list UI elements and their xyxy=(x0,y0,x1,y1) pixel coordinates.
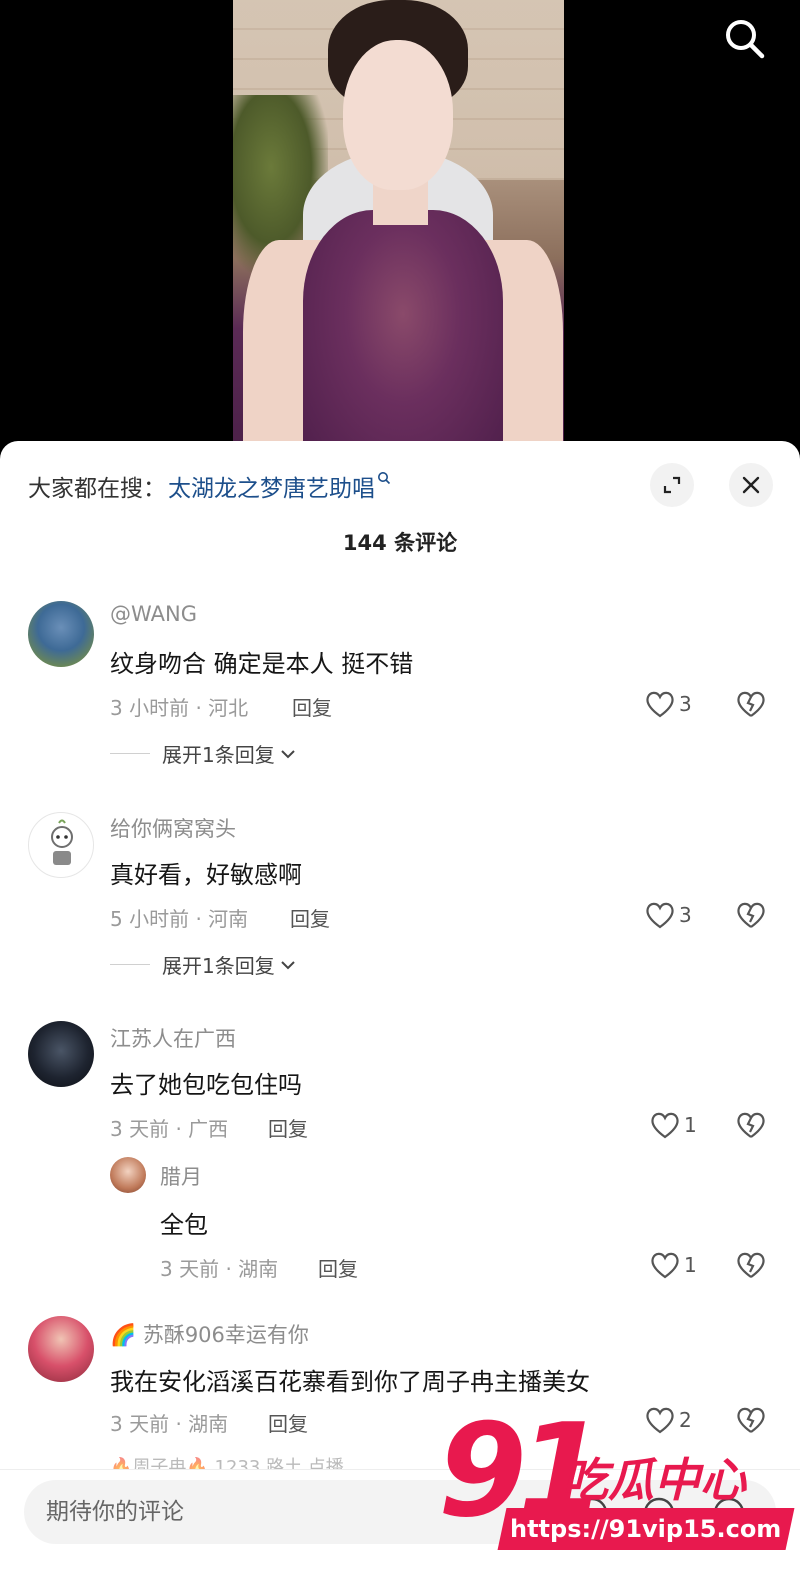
watermark-url: https://91vip15.com xyxy=(510,1515,782,1543)
avatar[interactable] xyxy=(28,1316,94,1382)
reply-meta: 3 天前 · 湖南 xyxy=(160,1257,279,1281)
video-person-dress xyxy=(303,210,503,470)
comment-text: 真好看，好敏感啊 xyxy=(110,861,302,889)
heart-icon xyxy=(646,902,674,929)
comment-count: 144 条评论 xyxy=(342,531,458,555)
watermark-title: 吃瓜中心 xyxy=(562,1453,746,1507)
comment-author[interactable]: 给你俩窝窝头 xyxy=(110,813,236,843)
comment-author[interactable]: @WANG xyxy=(110,602,197,626)
avatar[interactable] xyxy=(28,1021,94,1087)
hot-search-prefix: 大家都在搜： xyxy=(28,476,166,502)
like-button[interactable]: 3 xyxy=(645,690,692,718)
expand-replies[interactable]: 展开1条回复 xyxy=(110,739,297,768)
comment-author[interactable]: 江苏人在广西 xyxy=(110,1023,236,1053)
expand-replies[interactable]: 展开1条回复 xyxy=(110,950,297,979)
reply-button[interactable]: 回复 xyxy=(290,903,330,932)
video-person-face xyxy=(343,40,453,190)
close-button[interactable] xyxy=(729,463,773,507)
hot-search-row: 大家都在搜： 太湖龙之梦唐艺助唱 xyxy=(28,469,391,503)
chevron-down-icon xyxy=(281,749,295,758)
heart-icon xyxy=(651,1252,679,1279)
expand-replies-label: 展开1条回复 xyxy=(162,743,275,767)
video-frame xyxy=(233,0,564,470)
divider xyxy=(110,964,150,965)
avatar[interactable] xyxy=(28,601,94,667)
heart-icon xyxy=(646,691,674,718)
divider xyxy=(110,753,150,754)
search-button[interactable] xyxy=(722,16,768,62)
reply-author[interactable]: 腊月 xyxy=(160,1161,202,1191)
dislike-button[interactable] xyxy=(736,1111,766,1143)
small-search-icon xyxy=(378,472,391,485)
like-count: 3 xyxy=(679,692,692,716)
comment-text: 我在安化滔溪百花寨看到你了周子冉主播美女 xyxy=(110,1368,590,1396)
avatar[interactable] xyxy=(110,1157,146,1193)
chevron-down-icon xyxy=(281,960,295,969)
comment-author[interactable]: 🌈 苏酥906幸运有你 xyxy=(110,1319,309,1349)
like-count: 3 xyxy=(679,903,692,927)
like-button[interactable]: 1 xyxy=(650,1111,697,1139)
hot-search-link[interactable]: 太湖龙之梦唐艺助唱 xyxy=(168,469,375,503)
like-count: 1 xyxy=(684,1113,697,1137)
comment-sheet: 大家都在搜： 太湖龙之梦唐艺助唱 144 条评论 @WANG 纹身吻合 确定是本… xyxy=(0,441,800,1575)
broken-heart-icon xyxy=(737,691,765,717)
search-icon xyxy=(726,20,765,59)
broken-heart-icon xyxy=(737,1112,765,1138)
reply-text: 全包 xyxy=(160,1211,208,1239)
watermark-url-badge: https://91vip15.com xyxy=(497,1508,795,1550)
close-icon xyxy=(742,476,760,494)
reply-button[interactable]: 回复 xyxy=(292,692,332,721)
like-count: 1 xyxy=(684,1253,697,1277)
video-player[interactable] xyxy=(0,0,800,470)
reply-button[interactable]: 回复 xyxy=(268,1408,308,1437)
expand-icon xyxy=(663,476,681,494)
reply-button[interactable]: 回复 xyxy=(318,1253,358,1282)
expand-button[interactable] xyxy=(650,463,694,507)
comment-meta: 3 天前 · 湖南 xyxy=(110,1412,229,1436)
comment-text: 去了她包吃包住吗 xyxy=(110,1071,302,1099)
dislike-button[interactable] xyxy=(736,690,766,722)
comment-text: 纹身吻合 确定是本人 挺不错 xyxy=(110,650,414,678)
watermark: 91 吃瓜中心 https://91vip15.com xyxy=(430,1408,800,1568)
like-button[interactable]: 1 xyxy=(650,1251,697,1279)
dislike-button[interactable] xyxy=(736,901,766,933)
avatar-cartoon-icon xyxy=(51,819,73,865)
broken-heart-icon xyxy=(737,902,765,928)
reply-button[interactable]: 回复 xyxy=(268,1113,308,1142)
heart-icon xyxy=(651,1112,679,1139)
expand-replies-label: 展开1条回复 xyxy=(162,954,275,978)
like-button[interactable]: 3 xyxy=(645,901,692,929)
comment-meta: 3 小时前 · 河北 xyxy=(110,696,249,720)
broken-heart-icon xyxy=(737,1252,765,1278)
comment-meta: 3 天前 · 广西 xyxy=(110,1117,229,1141)
avatar[interactable] xyxy=(28,812,94,878)
comment-meta: 5 小时前 · 河南 xyxy=(110,907,249,931)
dislike-button[interactable] xyxy=(736,1251,766,1283)
